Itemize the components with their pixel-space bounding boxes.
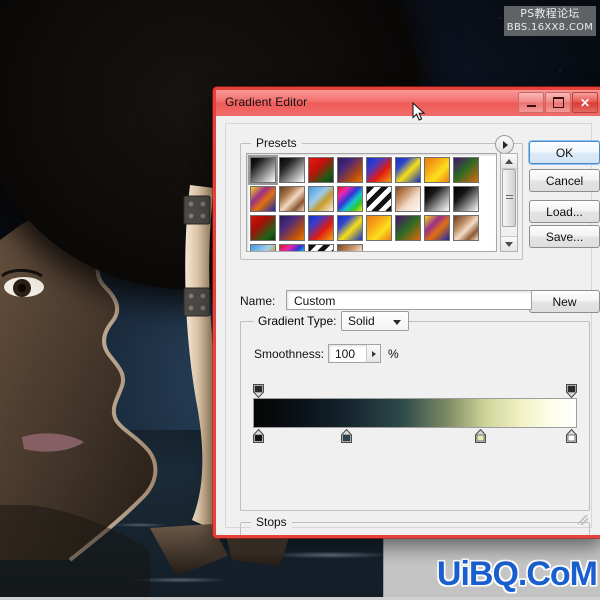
new-button[interactable]: New xyxy=(529,290,600,313)
preset-swatch-copper[interactable] xyxy=(279,186,305,212)
opacity-stop-left[interactable] xyxy=(253,384,264,399)
preset-swatch-yellow-violet-orange-blue[interactable] xyxy=(250,186,276,212)
resize-grip-icon[interactable] xyxy=(578,515,588,525)
dialog-body: Presets OK Cancel Load... Save... New Na… xyxy=(216,116,600,535)
gradient-type-group: Gradient Type: Solid Smoothness: 100 % xyxy=(240,311,590,511)
smoothness-unit: % xyxy=(388,347,399,361)
stops-legend: Stops xyxy=(251,515,292,529)
ok-button[interactable]: OK xyxy=(529,141,600,164)
preset-swatch-violet-green-orange-2[interactable] xyxy=(395,215,421,241)
preset-swatch-black-white-4[interactable] xyxy=(453,186,479,212)
preset-swatch-copper-light[interactable] xyxy=(395,186,421,212)
minimize-button[interactable] xyxy=(518,92,544,113)
close-icon: ✕ xyxy=(579,95,591,110)
maximize-button[interactable] xyxy=(545,92,571,113)
gradient-preview-bar[interactable] xyxy=(253,398,577,428)
preset-swatch-violet-green-orange[interactable] xyxy=(453,157,479,183)
gradient-type-select[interactable]: Solid xyxy=(341,311,409,331)
watermark-top-line1: PS教程论坛 xyxy=(520,7,580,20)
close-button[interactable]: ✕ xyxy=(572,92,598,113)
preset-swatch-yellow-violet-orange-blue-2[interactable] xyxy=(424,215,450,241)
gradient-type-value: Solid xyxy=(348,314,375,328)
watermark-top-line2: BBS.16XX8.COM xyxy=(506,22,594,33)
dialog-titlebar[interactable]: Gradient Editor ✕ xyxy=(216,90,600,117)
preset-swatch-black-to-white-2[interactable] xyxy=(279,157,305,183)
color-stop-1[interactable] xyxy=(253,428,264,443)
preset-swatch-violet-orange-2[interactable] xyxy=(279,215,305,241)
preset-swatch-blue-red-yellow[interactable] xyxy=(366,157,392,183)
preset-swatch-violet-orange[interactable] xyxy=(337,157,363,183)
scroll-grip-icon xyxy=(505,195,513,201)
preset-swatch-red-green[interactable] xyxy=(308,157,334,183)
minimize-icon xyxy=(526,104,536,107)
presets-scroll-thumb[interactable] xyxy=(502,169,516,227)
dialog-inner-frame: Presets OK Cancel Load... Save... New Na… xyxy=(225,123,600,535)
smoothness-spinner-button[interactable] xyxy=(366,344,381,363)
color-stop-4[interactable] xyxy=(566,428,577,443)
maximize-icon xyxy=(552,97,564,108)
stops-group: Stops Opacity: % Location: % Delete Colo… xyxy=(240,515,590,535)
dialog-title: Gradient Editor xyxy=(225,95,308,109)
name-input[interactable]: Custom xyxy=(286,290,532,310)
preset-swatch-orange-yellow[interactable] xyxy=(424,157,450,183)
preset-swatch-transparent-stripes-2[interactable] xyxy=(308,244,334,251)
preset-swatch-copper-light-2[interactable] xyxy=(337,244,363,251)
load-button[interactable]: Load... xyxy=(529,200,600,223)
presets-group: Presets xyxy=(240,135,523,260)
mouse-pointer-icon xyxy=(412,102,426,121)
scroll-down-arrow-icon xyxy=(505,241,513,247)
preset-swatch-black-white-3[interactable] xyxy=(424,186,450,212)
spinner-arrow-icon xyxy=(371,350,376,357)
opacity-stop-right[interactable] xyxy=(566,384,577,399)
preset-swatch-blue-yellow-blue[interactable] xyxy=(395,157,421,183)
gradient-bar-area xyxy=(253,384,577,446)
preset-swatch-spectrum-2[interactable] xyxy=(279,244,305,251)
presets-scrollbar[interactable] xyxy=(500,153,518,252)
presets-scroll-up-button[interactable] xyxy=(501,154,517,169)
preset-swatch-blue-gold[interactable] xyxy=(308,186,334,212)
chevron-down-icon xyxy=(393,320,401,325)
preset-swatch-red-green-2[interactable] xyxy=(250,215,276,241)
preset-swatch-orange-yellow-2[interactable] xyxy=(366,215,392,241)
smoothness-label: Smoothness: xyxy=(254,347,325,361)
preset-swatch-blue-yellow-blue-2[interactable] xyxy=(337,215,363,241)
preset-swatch-blue-red-yellow-2[interactable] xyxy=(308,215,334,241)
save-button[interactable]: Save... xyxy=(529,225,600,248)
gradient-editor-dialog: Gradient Editor ✕ Presets OK Cancel Load… xyxy=(213,87,600,538)
preset-swatch-grid xyxy=(248,155,482,251)
color-stop-2[interactable] xyxy=(340,428,352,443)
preset-swatch-transparent-stripes[interactable] xyxy=(366,186,392,212)
name-label: Name: xyxy=(240,294,276,308)
presets-scroll-down-button[interactable] xyxy=(501,236,517,251)
presets-legend: Presets xyxy=(251,136,302,150)
preset-swatch-spectrum[interactable] xyxy=(337,186,363,212)
watermark-bottom: UiBQ.CoM xyxy=(436,555,598,593)
cancel-button[interactable]: Cancel xyxy=(529,169,600,192)
color-stop-3[interactable] xyxy=(475,428,487,443)
screen: PS教程论坛 BBS.16XX8.COM UiBQ.CoM Gradient E… xyxy=(0,0,600,600)
preset-swatch-copper-2[interactable] xyxy=(453,215,479,241)
window-controls: ✕ xyxy=(518,92,598,113)
gradient-type-label: Gradient Type: xyxy=(254,314,341,328)
watermark-top: PS教程论坛 BBS.16XX8.COM xyxy=(504,6,596,36)
presets-swatch-well[interactable] xyxy=(246,153,497,252)
preset-swatch-black-to-white[interactable] xyxy=(248,155,278,185)
scroll-up-arrow-icon xyxy=(505,158,513,164)
preset-swatch-blue-gold-2[interactable] xyxy=(250,244,276,251)
preset-menu-arrow-icon xyxy=(503,140,508,149)
preset-menu-button[interactable] xyxy=(495,135,514,154)
